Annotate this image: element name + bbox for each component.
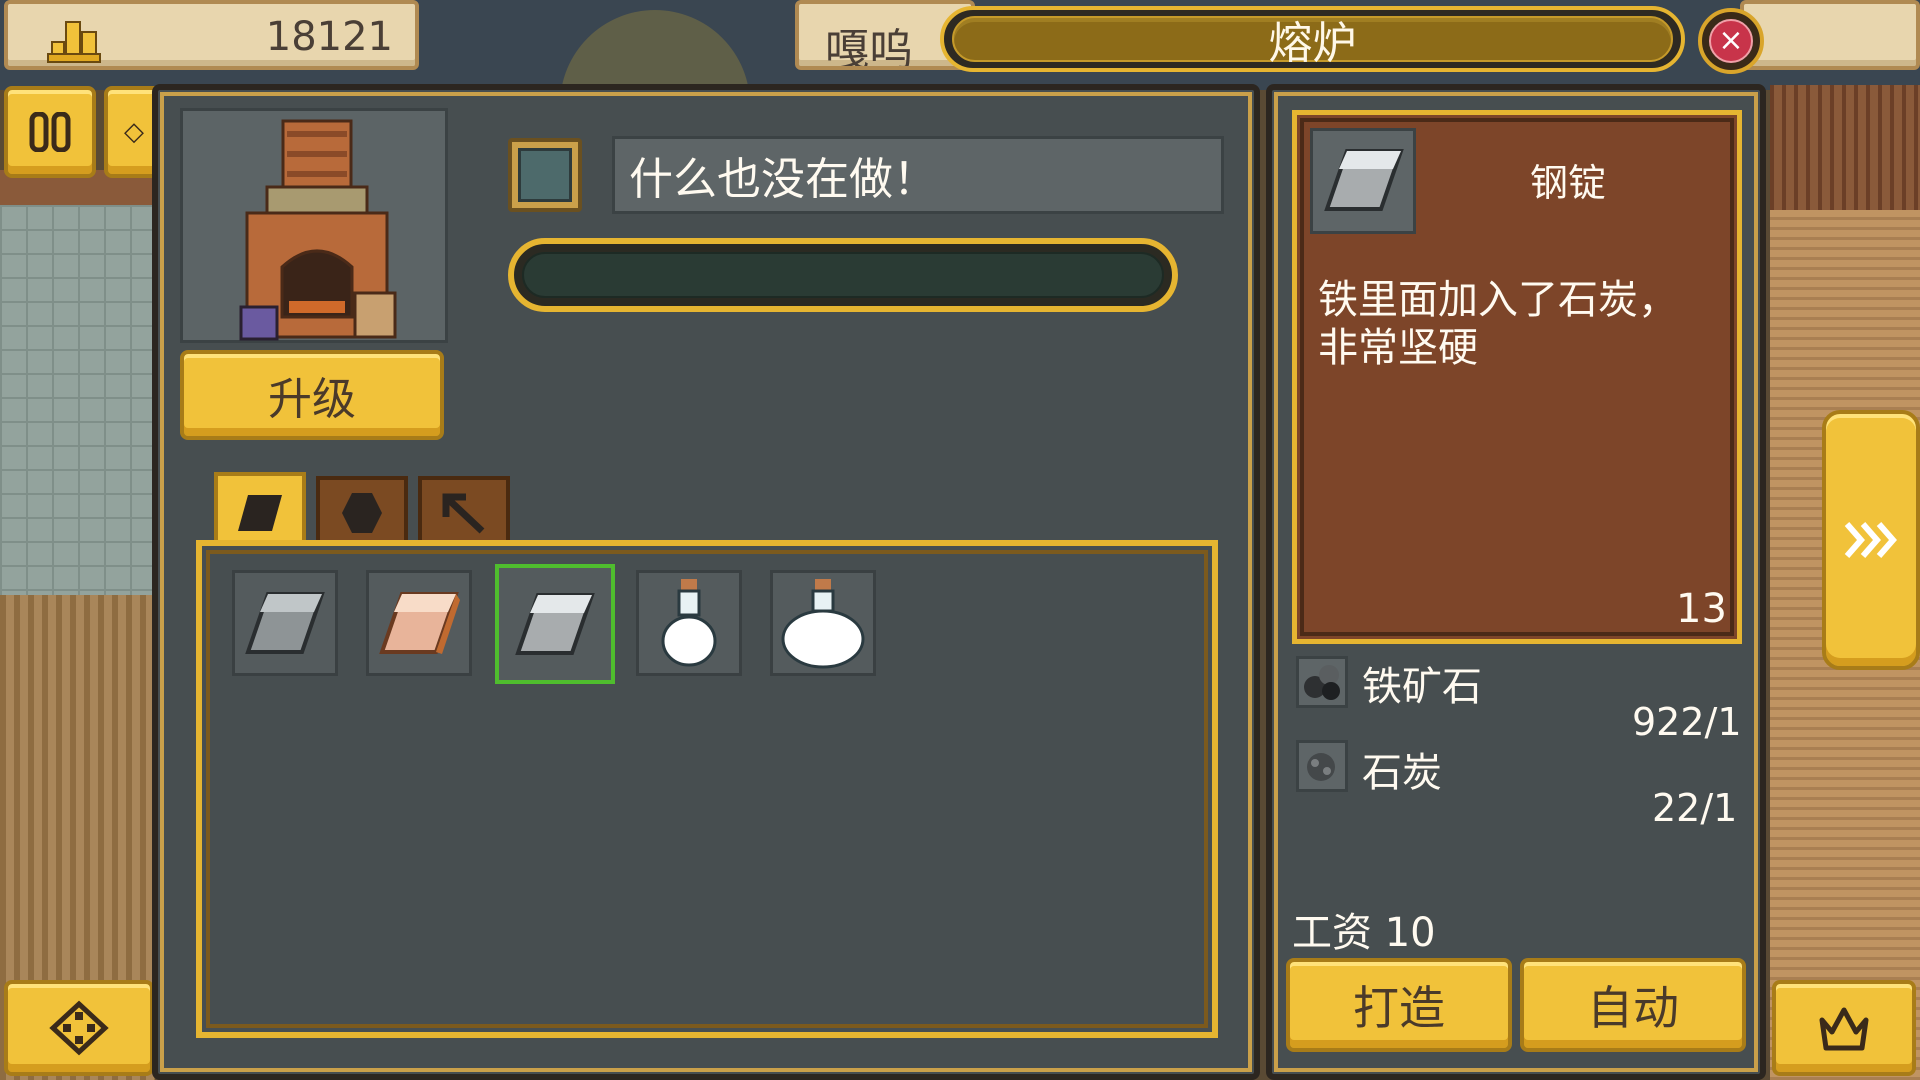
close-button[interactable]: × [1698, 8, 1764, 74]
status-indicator [508, 138, 582, 212]
craft-button[interactable]: 打造 [1286, 958, 1512, 1052]
pickaxe-tab-icon [442, 493, 485, 534]
material-amount-1: 922/1 [1632, 700, 1742, 744]
stone-floor [0, 205, 155, 595]
item-description: 铁里面加入了石炭， 非常坚硬 [1318, 276, 1678, 372]
item-count: 13 [1676, 586, 1727, 632]
craft-progress-fill [522, 252, 1164, 298]
tab-tools[interactable] [418, 476, 510, 546]
auto-craft-button[interactable]: 自动 [1520, 958, 1746, 1052]
pause-icon [29, 112, 71, 152]
iron-ingot-icon [245, 592, 325, 654]
recipe-slot-large-potion[interactable] [770, 570, 876, 676]
coal-icon [1296, 740, 1348, 792]
recipe-slot-small-potion[interactable] [636, 570, 742, 676]
gold-counter: 18121 [4, 0, 419, 70]
iron-ore-icon [1296, 656, 1348, 708]
next-page-button[interactable] [1822, 410, 1920, 670]
large-potion-icon [781, 579, 865, 669]
small-potion-icon [661, 579, 717, 667]
map-icon: ◇ [124, 117, 144, 147]
upgrade-button[interactable]: 升级 [180, 350, 444, 440]
material-name-2: 石炭 [1362, 750, 1442, 796]
item-name: 钢锭 [1530, 161, 1607, 205]
steel-ingot-icon [1324, 149, 1404, 211]
top-right-bar [1740, 0, 1920, 70]
compass-icon [49, 1000, 109, 1056]
tab-ingots[interactable] [214, 472, 306, 550]
item-description-line1: 铁里面加入了石炭， [1318, 277, 1678, 323]
furnace-icon [239, 119, 397, 341]
recipe-slot-steel-ingot[interactable] [495, 564, 615, 684]
pause-button[interactable] [4, 86, 96, 178]
compass-button[interactable] [4, 980, 154, 1076]
window-title: 熔炉 [952, 16, 1673, 69]
status-text: 什么也没在做！ [612, 136, 1224, 214]
tab-gems[interactable] [316, 476, 408, 546]
close-icon: × [1709, 19, 1753, 63]
craft-progress-bar [508, 238, 1178, 312]
window-title-bar: 熔炉 [940, 6, 1685, 72]
player-name: 嘎呜 [825, 25, 913, 70]
gold-coins-icon [47, 21, 101, 63]
ingot-tab-icon [238, 495, 282, 531]
gem-tab-icon [342, 493, 382, 533]
fast-forward-icon [1844, 522, 1897, 558]
steel-ingot-icon [515, 593, 595, 655]
furnace-preview [180, 108, 448, 343]
copper-ingot-icon [379, 592, 460, 654]
material-name-1: 铁矿石 [1362, 664, 1482, 710]
selected-item-image [1310, 128, 1416, 234]
material-amount-2: 22/1 [1652, 786, 1738, 830]
gold-amount: 18121 [265, 14, 393, 60]
recipe-slot-copper-ingot[interactable] [366, 570, 472, 676]
wood-wall-right [1770, 85, 1920, 216]
wage-label: 工资 10 [1292, 910, 1436, 956]
item-description-line2: 非常坚硬 [1318, 325, 1478, 371]
crown-button[interactable] [1772, 980, 1916, 1076]
crown-icon [1819, 1007, 1869, 1051]
recipe-slot-iron-ingot[interactable] [232, 570, 338, 676]
